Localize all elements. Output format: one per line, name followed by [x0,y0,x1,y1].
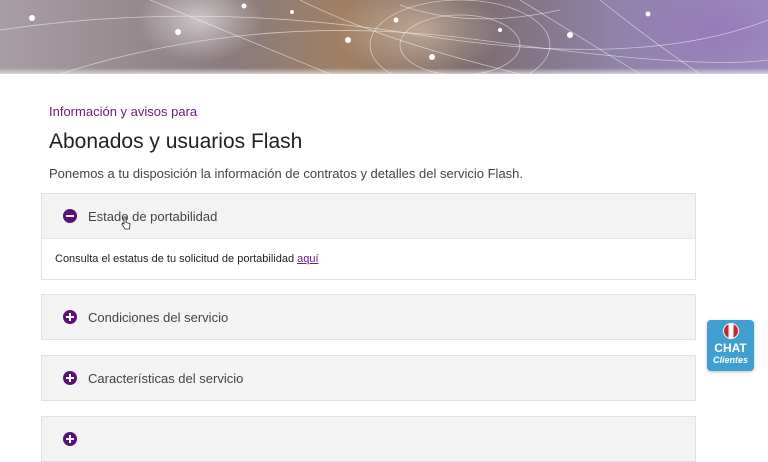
accordion-item-condiciones: Condiciones del servicio [41,294,696,340]
chat-sublabel: Clientes [712,355,748,365]
network-lines-graphic [0,0,768,74]
accordion-header-4[interactable] [42,417,695,461]
accordion-item-4 [41,416,696,462]
hero-banner [0,0,768,74]
accordion-label: Características del servicio [88,370,244,386]
accordion-item-portabilidad: Estado de portabilidad Consulta el estat… [41,193,696,280]
hand-cursor-icon [121,216,131,230]
accordion-header-portabilidad[interactable]: Estado de portabilidad [42,194,695,238]
page-title: Abonados y usuarios Flash [49,130,303,153]
intro-section: Información y avisos para Abonados y usu… [49,103,523,183]
section-kicker: Información y avisos para [49,104,198,119]
plus-circle-icon[interactable] [63,310,77,324]
accordion-label: Estado de portabilidad [88,208,218,224]
plus-circle-icon[interactable] [63,432,77,446]
accordion-item-caracteristicas: Características del servicio [41,355,696,401]
minus-circle-icon[interactable] [63,209,77,223]
accordion-header-caracteristicas[interactable]: Características del servicio [42,356,695,400]
accordion-content-portabilidad: Consulta el estatus de tu solicitud de p… [42,238,695,279]
accordion-label: Condiciones del servicio [88,309,229,325]
peru-flag-icon [722,323,739,339]
chat-clientes-button[interactable]: CHAT Clientes [707,320,754,371]
portabilidad-link[interactable]: aquí [297,253,318,265]
accordion-header-condiciones[interactable]: Condiciones del servicio [42,295,695,339]
chat-label: CHAT [714,341,747,355]
plus-circle-icon[interactable] [63,371,77,385]
page-description: Ponemos a tu disposición la información … [49,166,524,181]
portabilidad-text: Consulta el estatus de tu solicitud de p… [55,253,295,265]
